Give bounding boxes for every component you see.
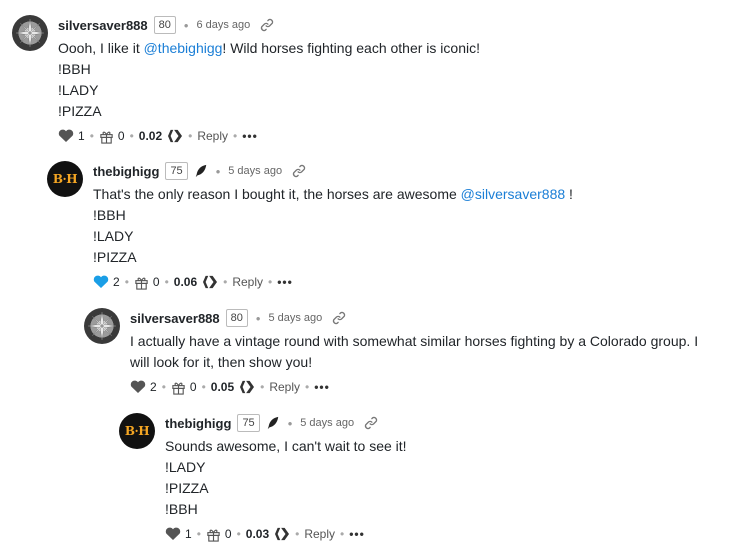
comment-body: I actually have a vintage round with som… [130,331,698,373]
vote-count[interactable]: 1 [78,129,85,143]
comment-line: I actually have a vintage round with som… [130,333,699,349]
author-name[interactable]: silversaver888 [58,18,148,33]
timestamp[interactable]: 5 days ago [228,165,282,177]
reputation-badge: 80 [153,16,176,34]
comment-actions: 1 • 0 • 0.02 • Reply • ••• [58,127,258,145]
more-options-button[interactable]: ••• [277,275,293,289]
permalink-icon[interactable] [364,416,378,430]
avatar[interactable] [84,308,120,344]
more-options-button[interactable]: ••• [242,129,258,143]
heart-icon[interactable] [130,380,146,394]
vote-count[interactable]: 2 [113,275,120,289]
payout-value[interactable]: 0.02 [139,129,162,143]
comment-line: !BBH [93,207,126,223]
comment-actions: 2 • 0 • 0.06 • Reply • ••• [93,273,293,291]
permalink-icon[interactable] [292,164,306,178]
comment-line: !BBH [58,61,91,77]
comment-actions: 2 • 0 • 0.05 • Reply • ••• [130,378,330,396]
avatar[interactable]: B·H [47,161,83,197]
comment-line: !PIZZA [165,480,209,496]
reply-button[interactable]: Reply [232,275,263,289]
gift-icon[interactable] [99,129,114,144]
user-mention-link[interactable]: @silversaver888 [461,186,565,202]
gift-icon[interactable] [134,275,149,290]
hive-icon [167,129,183,143]
gift-count: 0 [189,380,197,394]
hive-icon [239,380,255,394]
comment-body: That's the only reason I bought it, the … [93,184,573,268]
payout-value[interactable]: 0.06 [174,275,197,289]
comment: silversaver888 80 • 5 days ago I actuall… [84,308,724,400]
heart-icon[interactable] [58,129,74,143]
comment-line: !LADY [165,459,206,475]
comment-body: Oooh, I like it @thebighigg! Wild horses… [58,38,480,122]
vote-count[interactable]: 2 [150,380,157,394]
comment-line: !LADY [93,228,134,244]
author-name[interactable]: silversaver888 [130,311,220,326]
reputation-badge: 75 [165,162,188,180]
permalink-icon[interactable] [332,311,346,325]
reply-button[interactable]: Reply [304,527,335,541]
gift-icon[interactable] [206,527,221,542]
gift-count: 0 [117,129,125,143]
comment-header: silversaver888 80 • 5 days ago [130,308,346,328]
comment: silversaver888 80 • 6 days ago Oooh, I l… [12,15,712,150]
comment-line: That's the only reason I bought it, the … [93,186,573,202]
reply-button[interactable]: Reply [197,129,228,143]
comment-header: silversaver888 80 • 6 days ago [58,15,274,35]
gift-count: 0 [152,275,160,289]
reputation-badge: 75 [237,414,260,432]
permalink-icon[interactable] [260,18,274,32]
avatar[interactable] [12,15,48,51]
timestamp[interactable]: 5 days ago [300,417,354,429]
hive-icon [274,527,290,541]
separator-dot: • [215,163,221,179]
hive-icon [202,275,218,289]
user-mention-link[interactable]: @thebighigg [144,40,223,56]
more-options-button[interactable]: ••• [314,380,330,394]
separator-dot: • [287,415,293,431]
comment-actions: 1 • 0 • 0.03 • Reply • ••• [165,525,365,543]
comment-line: !LADY [58,82,99,98]
comment-header: thebighigg 75 • 5 days ago [165,413,378,433]
more-options-button[interactable]: ••• [349,527,365,541]
comment-line: !PIZZA [58,103,102,119]
heart-icon[interactable] [165,527,181,541]
timestamp[interactable]: 6 days ago [196,19,250,31]
comment-line: Oooh, I like it @thebighigg! Wild horses… [58,40,480,56]
gift-count: 0 [224,527,232,541]
author-name[interactable]: thebighigg [93,164,159,179]
author-name[interactable]: thebighigg [165,416,231,431]
payout-value[interactable]: 0.03 [246,527,269,541]
comment: B·H thebighigg 75 • 5 days ago Sounds aw… [119,413,719,548]
comment-line: will look for it, then show you! [130,354,313,370]
comment-line: !BBH [165,501,198,517]
comment-header: thebighigg 75 • 5 days ago [93,161,306,181]
comment: B·H thebighigg 75 • 5 days ago That's th… [47,161,727,296]
reply-button[interactable]: Reply [269,380,300,394]
payout-value[interactable]: 0.05 [211,380,234,394]
feather-icon [266,416,280,430]
comment-line: !PIZZA [93,249,137,265]
feather-icon [194,164,208,178]
comment-body: Sounds awesome, I can't wait to see it! … [165,436,407,520]
gift-icon[interactable] [171,380,186,395]
avatar[interactable]: B·H [119,413,155,449]
vote-count[interactable]: 1 [185,527,192,541]
separator-dot: • [183,17,189,33]
separator-dot: • [255,310,261,326]
reputation-badge: 80 [225,309,248,327]
heart-icon[interactable] [93,275,109,289]
timestamp[interactable]: 5 days ago [268,312,322,324]
comment-line: Sounds awesome, I can't wait to see it! [165,438,407,454]
